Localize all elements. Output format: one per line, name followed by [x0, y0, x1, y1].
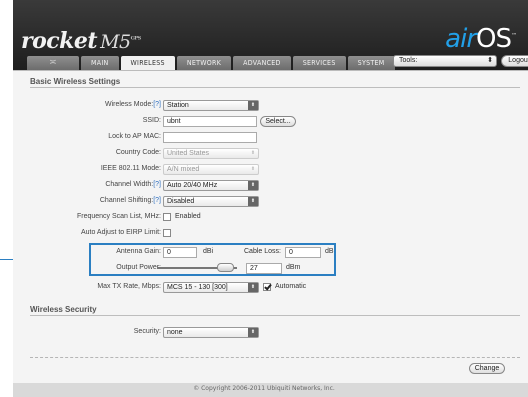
channel-width-select[interactable]: Auto 20/40 MHz ⬍ [163, 180, 259, 191]
select-arrow-icon: ⬍ [250, 150, 256, 156]
main-tabs: ≍ MAIN WIRELESS NETWORK ADVANCED SERVICE… [27, 56, 397, 71]
select-arrow-icon: ⬍ [248, 101, 258, 110]
channel-shifting-value: Disabled [167, 198, 195, 205]
basic-settings-title: Basic Wireless Settings [30, 77, 121, 86]
change-button[interactable]: Change [469, 363, 505, 374]
ieee-mode-label: IEEE 802.11 Mode: [100, 165, 161, 172]
tab-services[interactable]: SERVICES [292, 56, 346, 70]
lock-ap-label: Lock to AP MAC: [108, 133, 161, 140]
app-frame: rocket M5GPS airOS™ ≍ MAIN WIRELESS NETWO… [13, 0, 528, 397]
wireless-mode-row: Wireless Mode:[?] Station ⬍ [13, 100, 528, 112]
security-value: none [167, 329, 183, 336]
channel-width-row: Channel Width:[?] Auto 20/40 MHz ⬍ [13, 180, 528, 192]
eirp-checkbox[interactable] [163, 229, 171, 237]
ssid-label: SSID: [142, 117, 161, 124]
select-arrow-icon: ⬍ [248, 197, 258, 206]
logout-button[interactable]: Logout [501, 55, 528, 67]
max-tx-auto-checkbox[interactable] [263, 283, 271, 291]
ieee-mode-select[interactable]: A/N mixed ⬍ [163, 164, 259, 175]
airos-air: air [445, 24, 477, 54]
ieee-mode-row: IEEE 802.11 Mode: A/N mixed ⬍ [13, 164, 528, 176]
wireless-mode-label: Wireless Mode:[?] [104, 101, 161, 108]
dashed-divider [30, 357, 520, 358]
tools-dropdown-value: Tools: [399, 57, 418, 64]
freq-scan-enabled-label: Enabled [175, 213, 201, 220]
product-logo: rocket M5GPS [21, 28, 141, 54]
section-divider [30, 87, 520, 88]
security-label: Security: [133, 328, 161, 335]
tab-network[interactable]: NETWORK [176, 56, 232, 70]
channel-width-value: Auto 20/40 MHz [167, 182, 218, 189]
channel-shifting-help-link[interactable]: [?] [153, 197, 161, 204]
brand-name: rocket [21, 28, 98, 54]
tab-wireless[interactable]: WIRELESS [120, 56, 175, 71]
ssid-row: SSID: ubnt Select... [13, 116, 528, 128]
security-select[interactable]: none ⬍ [163, 327, 259, 338]
ssid-select-button[interactable]: Select... [260, 116, 296, 127]
section-divider [30, 315, 520, 316]
highlight-box [89, 243, 336, 276]
eirp-label: Auto Adjust to EIRP Limit: [80, 229, 161, 236]
freq-scan-row: Frequency Scan List, MHz: Enabled [13, 212, 528, 224]
tools-dropdown[interactable]: Tools: ⬍ [393, 55, 497, 67]
channel-width-help-link[interactable]: [?] [153, 181, 161, 188]
country-code-value: United States [167, 150, 210, 157]
select-arrow-icon: ⬍ [248, 328, 258, 337]
lock-ap-mac-input[interactable] [163, 132, 257, 143]
channel-shifting-row: Channel Shifting:[?] Disabled ⬍ [13, 196, 528, 208]
channel-shifting-label: Channel Shifting:[?] [99, 197, 161, 204]
max-tx-value: MCS 15 - 130 [300] [167, 284, 228, 291]
country-label: Country Code: [115, 149, 161, 156]
lock-ap-row: Lock to AP MAC: [13, 132, 528, 144]
wireless-mode-value: Station [167, 102, 189, 109]
select-arrow-icon: ⬍ [248, 181, 258, 190]
max-tx-select[interactable]: MCS 15 - 130 [300] ⬍ [163, 282, 259, 293]
dropdown-arrow-icon: ⬍ [487, 57, 493, 64]
wireless-mode-help-link[interactable]: [?] [153, 101, 161, 108]
airos-logo: airOS™ [445, 24, 517, 54]
max-tx-auto-label: Automatic [275, 283, 307, 290]
airos-tm: ™ [511, 32, 517, 40]
tab-ubnt-logo[interactable]: ≍ [27, 56, 79, 70]
max-tx-label: Max TX Rate, Mbps: [97, 283, 161, 290]
eirp-row: Auto Adjust to EIRP Limit: [13, 228, 528, 240]
channel-shifting-select[interactable]: Disabled ⬍ [163, 196, 259, 207]
security-row: Security: none ⬍ [13, 327, 528, 339]
wireless-security-title: Wireless Security [30, 305, 97, 314]
tab-advanced[interactable]: ADVANCED [233, 56, 291, 70]
airos-os: OS [476, 24, 512, 54]
brand-suffix: GPS [130, 35, 142, 42]
tab-system[interactable]: SYSTEM [347, 56, 395, 70]
wireless-settings-panel: Basic Wireless Settings Wireless Mode:[?… [13, 70, 528, 383]
header-bar: rocket M5GPS airOS™ ≍ MAIN WIRELESS NETWO… [13, 0, 528, 71]
freq-scan-label: Frequency Scan List, MHz: [76, 213, 161, 220]
freq-scan-checkbox[interactable] [163, 213, 171, 221]
select-arrow-icon: ⬍ [250, 166, 256, 172]
ssid-input[interactable]: ubnt [163, 116, 257, 127]
country-code-select[interactable]: United States ⬍ [163, 148, 259, 159]
tab-main[interactable]: MAIN [81, 56, 119, 70]
brand-model: M5 [100, 31, 131, 53]
country-row: Country Code: United States ⬍ [13, 148, 528, 160]
select-arrow-icon: ⬍ [248, 283, 258, 292]
ieee-mode-value: A/N mixed [167, 166, 200, 173]
channel-width-label: Channel Width:[?] [105, 181, 161, 188]
wireless-mode-select[interactable]: Station ⬍ [163, 100, 259, 111]
copyright-text: © Copyright 2006-2011 Ubiquiti Networks,… [193, 385, 335, 392]
max-tx-row: Max TX Rate, Mbps: MCS 15 - 130 [300] ⬍ A… [13, 282, 528, 294]
